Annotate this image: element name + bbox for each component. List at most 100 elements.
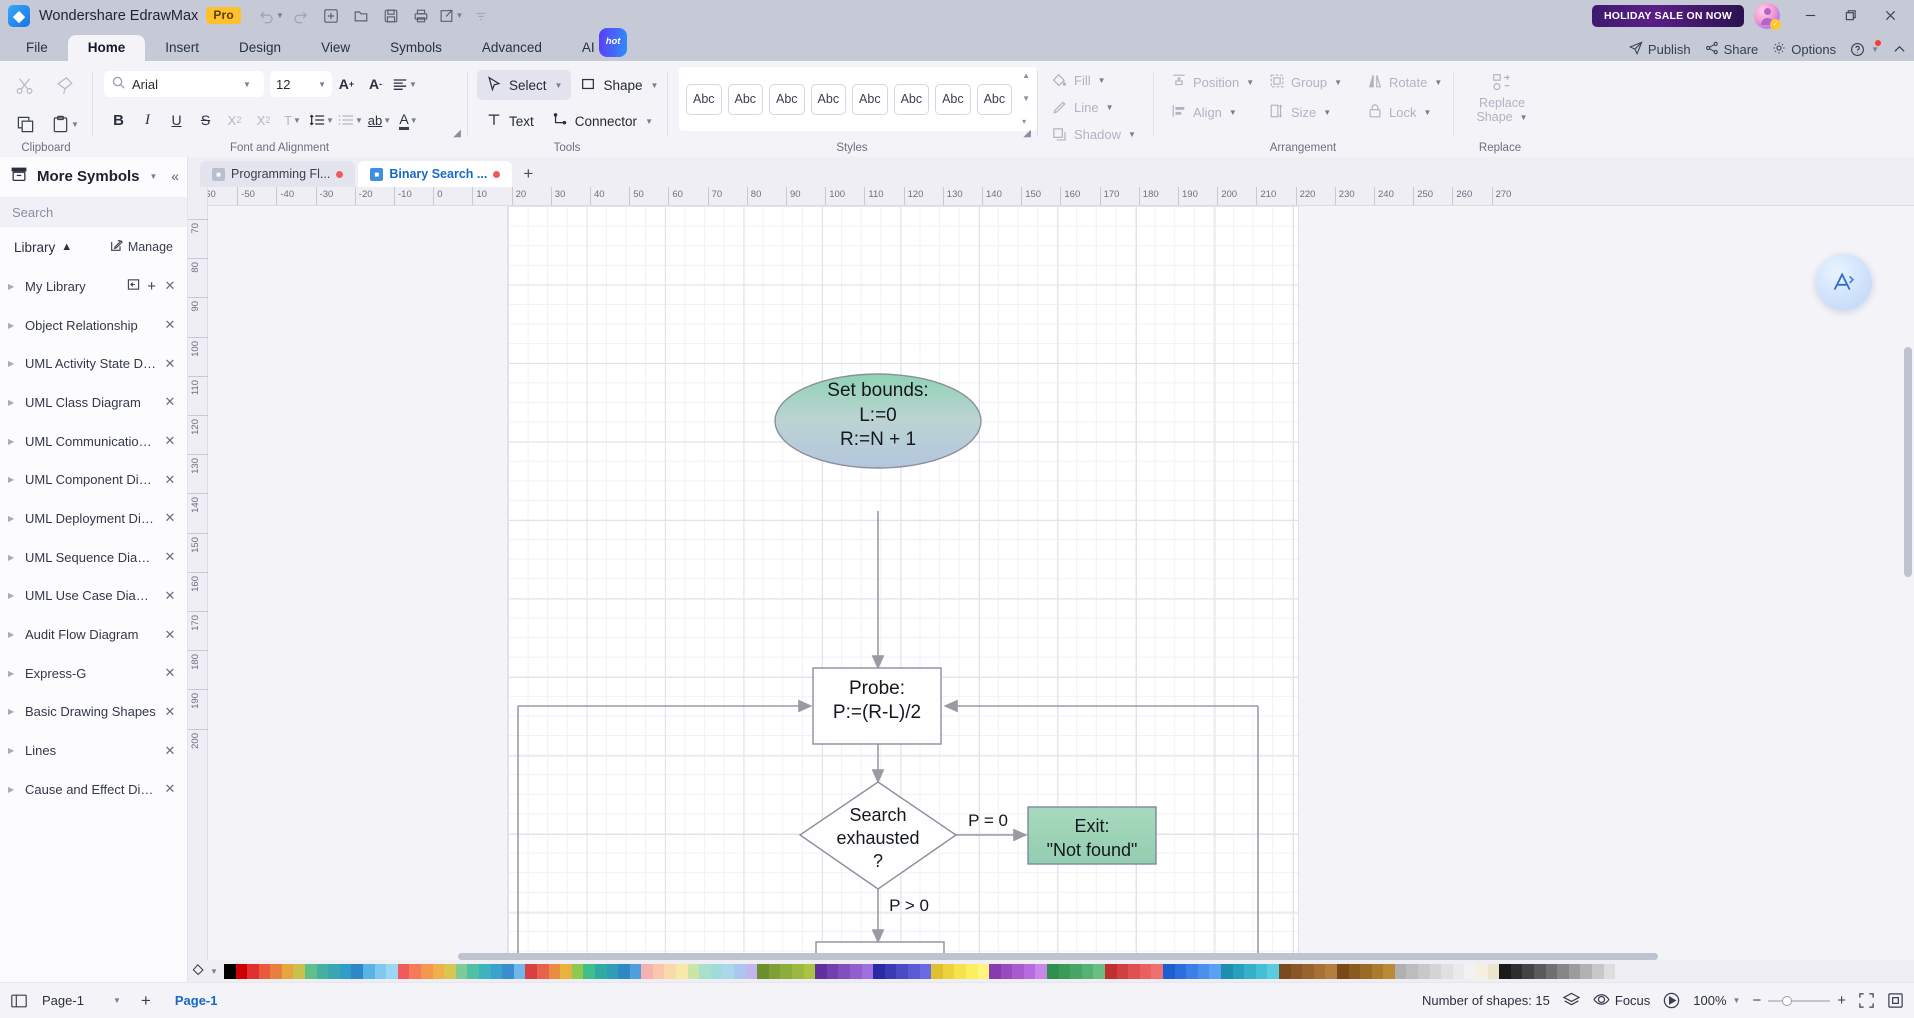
chevron-right-icon[interactable]: ▶ [8,707,18,716]
style-swatch[interactable]: Abc [893,83,930,115]
holiday-sale-banner[interactable]: HOLIDAY SALE ON NOW [1591,4,1744,27]
color-swatch[interactable] [1313,963,1326,979]
color-swatch[interactable] [1464,963,1477,979]
tab-ai[interactable]: AI hot [562,27,636,61]
color-swatch[interactable] [907,963,920,979]
color-swatch[interactable] [235,963,248,979]
ai-assistant-icon[interactable] [1816,254,1872,310]
color-swatch[interactable] [896,963,908,979]
color-swatch[interactable] [1278,963,1291,979]
color-swatch[interactable] [1429,963,1442,979]
color-swatch[interactable] [421,963,433,979]
close-icon[interactable]: ✕ [163,394,177,410]
color-swatch[interactable] [293,963,306,979]
color-swatch[interactable] [606,963,619,979]
scrollbar-thumb[interactable] [1904,347,1912,577]
color-swatch[interactable] [432,963,445,979]
shadow-button[interactable]: Shadow ▼ [1047,121,1153,148]
replace-shape-button[interactable]: Replace Shape ▼ [1476,67,1528,124]
zoom-slider-knob[interactable] [1782,995,1793,1006]
double-chevron-left-icon[interactable]: « [171,168,179,184]
color-swatch[interactable] [977,963,990,979]
color-swatch[interactable] [1348,963,1361,979]
close-icon[interactable]: ✕ [163,510,177,526]
chevron-right-icon[interactable]: ▶ [8,669,18,678]
canvas-horizontal-scrollbar[interactable] [448,953,1814,960]
color-swatch[interactable] [363,963,375,979]
library-item-basic-drawing-shapes[interactable]: ▶ Basic Drawing Shapes ✕ [0,693,187,732]
palette-caret-icon[interactable]: ▼ [210,967,218,976]
align-button[interactable]: Align ▼ [1163,97,1259,127]
chevron-right-icon[interactable]: ▶ [8,398,18,407]
chevron-right-icon[interactable]: ▶ [8,475,18,484]
doc-tab-binary-search[interactable]: ■ Binary Search ... [358,161,513,187]
color-swatch[interactable] [838,963,850,979]
style-swatch[interactable]: Abc [935,83,971,115]
color-swatch[interactable] [258,963,271,979]
color-swatch[interactable] [1394,963,1407,979]
color-swatch[interactable] [1000,963,1013,979]
library-item-uml-class-diagram[interactable]: ▶ UML Class Diagram ✕ [0,383,187,422]
color-swatch[interactable] [1128,963,1140,979]
color-swatch[interactable] [1290,963,1303,979]
chevron-right-icon[interactable]: ▶ [8,785,18,794]
color-swatch[interactable] [247,963,259,979]
color-swatch[interactable] [478,963,491,979]
color-swatch[interactable] [1406,963,1419,979]
color-swatch[interactable] [1499,963,1511,979]
color-swatch[interactable] [757,963,769,979]
color-swatch[interactable] [1534,963,1546,979]
style-swatch[interactable]: Abc [727,83,764,115]
color-swatch[interactable] [629,963,642,979]
color-swatch[interactable] [1151,963,1164,979]
color-swatch[interactable] [583,963,595,979]
avatar[interactable]: ✓ [1754,2,1781,30]
zoom-slider-track[interactable] [1768,995,1831,1006]
color-swatch[interactable] [351,963,364,979]
color-swatch[interactable] [1186,963,1198,979]
color-swatch[interactable] [734,963,746,979]
decrease-font-icon[interactable]: A- [361,69,390,99]
color-swatch[interactable] [641,963,653,979]
layers-icon[interactable] [1562,991,1581,1010]
color-swatch[interactable] [1591,963,1604,979]
color-swatch[interactable] [768,963,781,979]
canvas-vertical-scrollbar[interactable] [1904,212,1912,954]
style-swatch[interactable]: Abc [852,83,888,115]
color-swatch[interactable] [1232,963,1245,979]
color-swatch[interactable] [1452,963,1465,979]
close-icon[interactable]: ✕ [163,472,177,488]
connector-tool-button[interactable]: Connector ▼ [543,106,662,136]
library-item-uml-component[interactable]: ▶ UML Component Dia... ✕ [0,460,187,499]
connector-caret-icon[interactable]: ▼ [645,117,653,126]
color-swatch[interactable] [722,963,735,979]
color-swatch[interactable] [1023,963,1036,979]
color-swatch[interactable] [1139,963,1152,979]
color-swatch[interactable] [1116,963,1129,979]
shape-tool-button[interactable]: Shape ▼ [571,70,667,100]
color-swatch[interactable] [618,963,630,979]
tab-file[interactable]: File [6,35,68,61]
minimize-icon[interactable] [1792,0,1828,31]
rotate-button[interactable]: Rotate ▼ [1359,67,1455,97]
style-gallery-scroll[interactable]: ▲ ▼ ▾ [1019,71,1033,127]
publish-button[interactable]: Publish [1628,41,1691,58]
open-icon[interactable] [347,4,375,28]
color-swatch[interactable] [1557,963,1569,979]
color-swatch[interactable] [1058,963,1071,979]
export-icon[interactable]: ▼ [437,4,465,28]
tab-design[interactable]: Design [219,35,301,61]
page-layout-icon[interactable] [10,992,28,1010]
new-icon[interactable] [317,4,345,28]
chevron-up-icon[interactable]: ▲ [61,241,72,253]
horizontal-ruler[interactable]: -60 -50 -40 -30 -20 -10 0 10 20 30 40 50 60 70 80 90 100… [208,187,1914,206]
color-swatch[interactable] [1568,963,1581,979]
chevron-right-icon[interactable]: ▶ [8,321,18,330]
gallery-more-icon[interactable]: ▾ [1022,117,1030,127]
import-icon[interactable] [127,278,140,294]
group-button[interactable]: Group ▼ [1261,67,1357,97]
close-icon[interactable]: ✕ [163,278,177,294]
library-item-object-relationship[interactable]: ▶ Object Relationship ✕ [0,306,187,345]
gallery-up-icon[interactable]: ▲ [1022,71,1030,81]
chevron-right-icon[interactable]: ▶ [8,746,18,755]
